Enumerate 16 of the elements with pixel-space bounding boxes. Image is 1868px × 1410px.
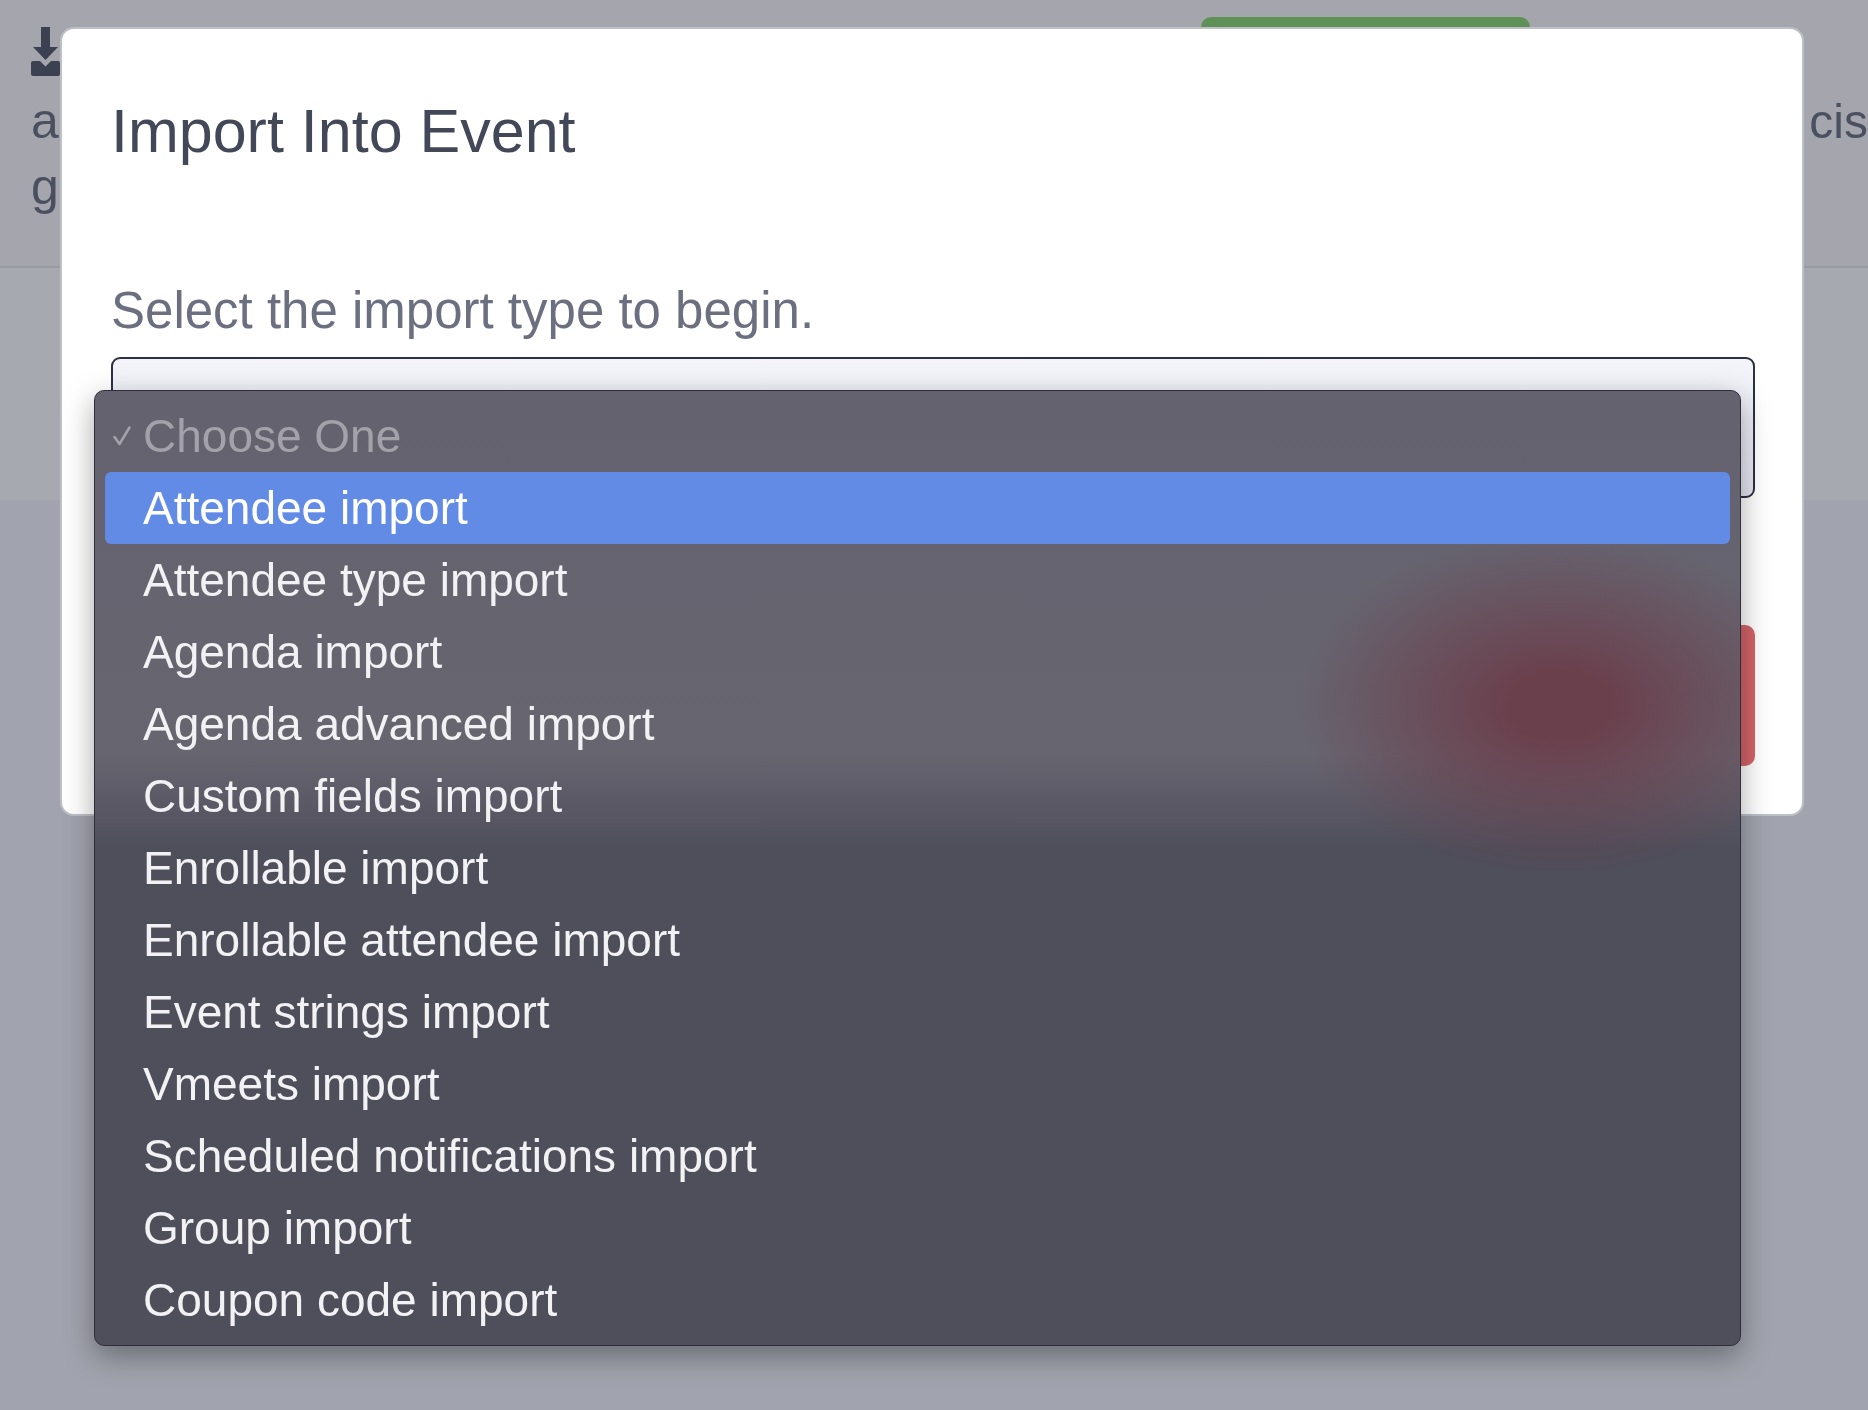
background-text: a [31, 92, 59, 151]
action-button[interactable] [1741, 625, 1755, 766]
download-icon[interactable] [31, 27, 60, 76]
dropdown-option[interactable]: Event strings import [105, 976, 1730, 1048]
dropdown-option[interactable]: Enrollable import [105, 832, 1730, 904]
background-text: cis [1809, 94, 1868, 150]
dropdown-option[interactable]: Scheduled notifications import [105, 1120, 1730, 1192]
dropdown-option[interactable]: Agenda advanced import [105, 688, 1730, 760]
dropdown-option[interactable]: Agenda import [105, 616, 1730, 688]
dropdown-option[interactable]: Enrollable attendee import [105, 904, 1730, 976]
dropdown-option[interactable]: Group import [105, 1192, 1730, 1264]
dropdown-option[interactable]: Custom fields import [105, 760, 1730, 832]
dropdown-option[interactable]: Vmeets import [105, 1048, 1730, 1120]
background-text: g [31, 158, 59, 217]
dropdown-option[interactable]: Coupon code import [105, 1264, 1730, 1336]
dropdown-option[interactable]: Attendee type import [105, 544, 1730, 616]
